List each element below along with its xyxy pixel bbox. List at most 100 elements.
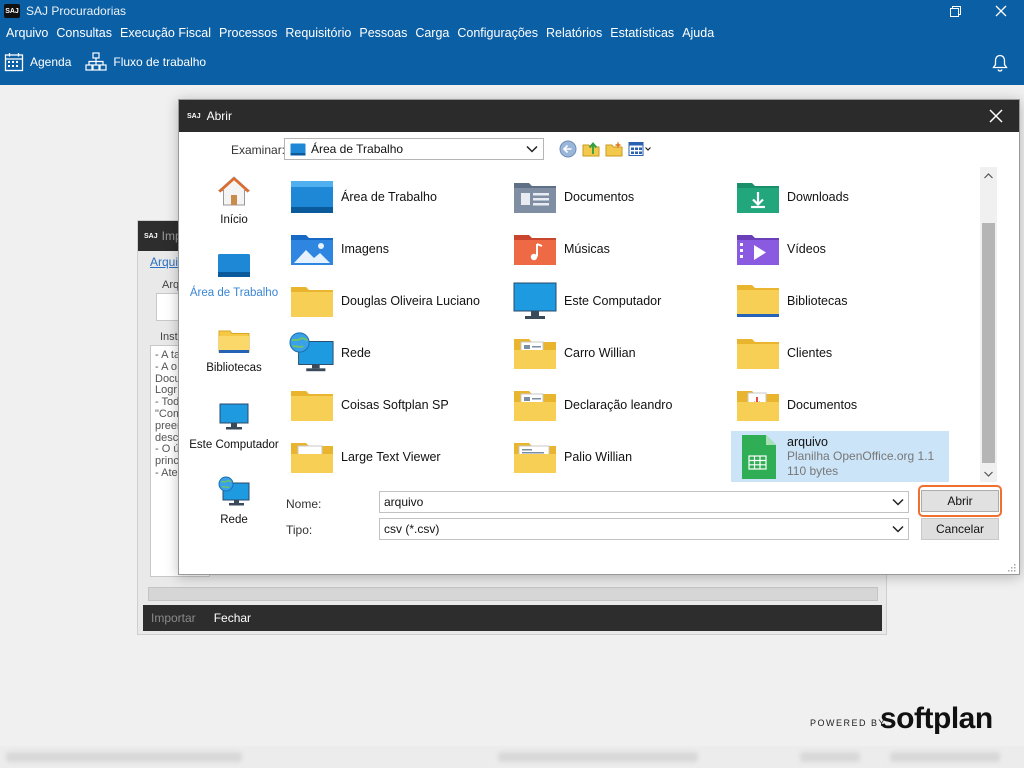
dialog-close-button[interactable] [987, 107, 1005, 125]
file-item[interactable]: Documentos [731, 381, 949, 429]
agenda-button[interactable]: Agenda [4, 52, 71, 72]
import-window-logo: SAJ [144, 232, 158, 240]
cancel-button[interactable]: Cancelar [921, 518, 999, 540]
scroll-up-button[interactable] [980, 167, 997, 184]
desktop-icon [218, 254, 250, 277]
menu-processos[interactable]: Processos [215, 26, 281, 40]
network-icon [218, 476, 250, 506]
powered-by-label: POWERED BY [810, 718, 887, 728]
file-item[interactable]: Bibliotecas [731, 277, 949, 325]
libraries-icon [218, 330, 250, 353]
resize-grip[interactable] [1007, 562, 1017, 572]
workflow-icon [85, 52, 107, 71]
file-item[interactable]: Large Text Viewer [285, 433, 503, 481]
pictures-folder-icon [291, 235, 333, 265]
close-button[interactable]: Fechar [214, 611, 251, 625]
status-blurred-text [890, 752, 1000, 762]
folder-up-icon [582, 142, 600, 157]
file-name: Imagens [341, 242, 389, 256]
up-folder-button[interactable] [582, 140, 600, 158]
menu-ajuda[interactable]: Ajuda [678, 26, 718, 40]
file-item[interactable]: Coisas Softplan SP [285, 381, 503, 429]
file-size: 110 bytes [787, 464, 839, 478]
file-type-select[interactable]: csv (*.csv) [379, 518, 909, 540]
file-name: Large Text Viewer [341, 450, 441, 464]
tab-arquivo[interactable]: Arqui [150, 255, 178, 269]
file-name: Carro Willian [564, 346, 636, 360]
libraries-folder-icon [737, 285, 779, 317]
menu-configuracoes[interactable]: Configurações [453, 26, 542, 40]
menu-carga[interactable]: Carga [411, 26, 453, 40]
scroll-thumb[interactable] [982, 223, 995, 463]
menu-estatisticas[interactable]: Estatísticas [606, 26, 678, 40]
menu-requisitorio[interactable]: Requisitório [281, 26, 355, 40]
type-label: Tipo: [286, 523, 313, 537]
close-app-button[interactable] [978, 0, 1024, 22]
chevron-up-icon [984, 172, 993, 178]
chevron-down-icon[interactable] [891, 522, 905, 539]
restore-button[interactable] [932, 0, 978, 22]
place-inicio[interactable]: Início [189, 175, 279, 226]
downloads-folder-icon [737, 183, 779, 213]
place-este-computador[interactable]: Este Computador [189, 402, 279, 451]
file-type: Planilha OpenOffice.org 1.1 [787, 449, 935, 463]
file-group-label: Arq [162, 279, 180, 291]
bell-icon [992, 54, 1008, 72]
back-button[interactable] [559, 140, 577, 158]
file-item[interactable]: Imagens [285, 225, 503, 273]
place-label: Este Computador [189, 439, 279, 451]
scroll-down-button[interactable] [980, 465, 997, 482]
file-item[interactable]: Declaração leandro [508, 381, 726, 429]
file-item-selected[interactable]: arquivo Planilha OpenOffice.org 1.1 110 … [731, 431, 949, 482]
desktop-icon [290, 143, 306, 155]
file-list-scrollbar[interactable] [980, 167, 997, 482]
file-item[interactable]: Carro Willian [508, 329, 726, 377]
place-area-de-trabalho[interactable]: Área de Trabalho [189, 252, 279, 299]
place-rede[interactable]: Rede [189, 475, 279, 526]
place-label: Rede [220, 514, 248, 526]
music-folder-icon [514, 235, 556, 265]
file-name: Palio Willian [564, 450, 633, 464]
import-button[interactable]: Importar [151, 611, 196, 625]
chevron-down-icon[interactable] [891, 495, 905, 512]
notifications-button[interactable] [992, 54, 1008, 75]
file-name: Douglas Oliveira Luciano [341, 294, 480, 308]
view-menu-button[interactable] [628, 141, 652, 157]
file-name: Bibliotecas [787, 294, 848, 308]
file-item[interactable]: Palio Willian [508, 433, 726, 481]
menu-arquivo[interactable]: Arquivo [2, 26, 52, 40]
open-button[interactable]: Abrir [921, 490, 999, 512]
computer-icon [513, 282, 557, 319]
menu-execucao-fiscal[interactable]: Execução Fiscal [116, 26, 215, 40]
file-item[interactable]: Área de Trabalho [285, 173, 503, 221]
menu-relatorios[interactable]: Relatórios [542, 26, 606, 40]
videos-folder-icon [737, 235, 779, 265]
minimize-button[interactable] [886, 0, 932, 22]
agenda-label: Agenda [30, 55, 72, 69]
look-in-label: Examinar: [231, 143, 286, 157]
place-bibliotecas[interactable]: Bibliotecas [189, 327, 279, 374]
folder-icon [291, 287, 333, 317]
menu-pessoas[interactable]: Pessoas [355, 26, 411, 40]
file-item[interactable]: Douglas Oliveira Luciano [285, 277, 503, 325]
file-item[interactable]: Clientes [731, 329, 949, 377]
file-item[interactable]: Este Computador [508, 277, 726, 325]
new-folder-button[interactable] [605, 140, 623, 158]
file-item[interactable]: Rede [285, 329, 503, 377]
workflow-button[interactable]: Fluxo de trabalho [85, 52, 206, 72]
calendar-icon [4, 53, 24, 72]
file-item[interactable]: Documentos [508, 173, 726, 221]
window-controls [886, 0, 1024, 22]
folder-docs-icon [514, 339, 556, 369]
menu-consultas[interactable]: Consultas [52, 26, 116, 40]
file-name: Documentos [564, 190, 635, 204]
home-icon [217, 176, 251, 206]
file-item[interactable]: Downloads [731, 173, 949, 221]
file-item[interactable]: Vídeos [731, 225, 949, 273]
status-blurred-text [498, 752, 698, 762]
chevron-down-icon[interactable] [525, 142, 539, 159]
look-in-select[interactable]: Área de Trabalho [284, 138, 544, 160]
file-item[interactable]: Músicas [508, 225, 726, 273]
network-icon [289, 332, 334, 372]
file-name-input[interactable]: arquivo [379, 491, 909, 513]
